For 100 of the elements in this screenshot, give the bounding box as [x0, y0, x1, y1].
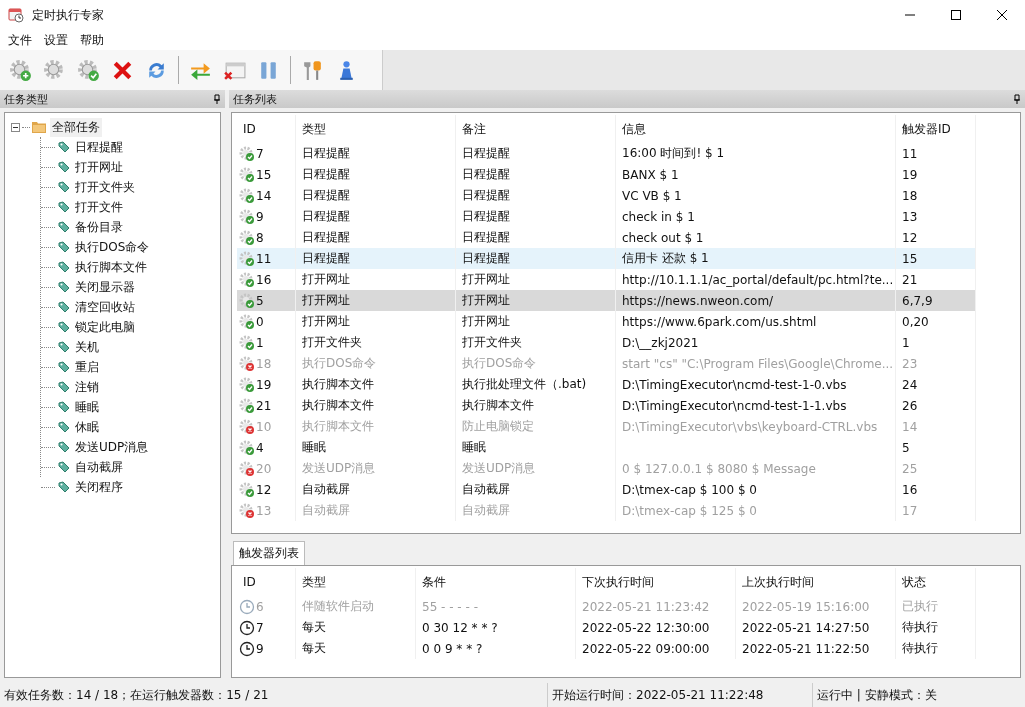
tree-item[interactable]: 休眠 [75, 418, 99, 436]
menu-item[interactable]: 帮助 [74, 31, 110, 49]
table-cell: 12 [256, 482, 272, 497]
tag-icon [57, 381, 71, 393]
add-gear-icon[interactable] [8, 57, 33, 83]
tree-item[interactable]: 打开文件夹 [75, 178, 135, 196]
tag-icon [57, 241, 71, 253]
table-cell: 0 0 9 * * ? [422, 641, 483, 656]
column-header[interactable]: 触发器ID [896, 115, 976, 143]
table-cell: 执行脚本文件 [302, 376, 374, 393]
tab[interactable]: 触发器列表 [233, 541, 305, 565]
table-cell: 24 [902, 377, 918, 392]
column-header[interactable]: 类型 [296, 568, 416, 596]
table-cell: 1 [902, 335, 910, 350]
table-cell: 55 - - - - - [422, 599, 478, 614]
task-row[interactable]: 4 睡眠 睡眠 5 [237, 437, 1015, 458]
tree-item[interactable]: 睡眠 [75, 398, 99, 416]
pin-icon[interactable] [213, 94, 221, 104]
window-title: 定时执行专家 [32, 6, 104, 24]
column-header[interactable]: 上次执行时间 [736, 568, 896, 596]
table-cell: 执行批处理文件（.bat) [462, 376, 587, 393]
maximize-icon[interactable] [951, 10, 961, 20]
gear-check-icon[interactable] [76, 57, 101, 83]
table-cell: 17 [902, 503, 918, 518]
table-cell: 日程提醒 [302, 208, 350, 225]
table-cell: 执行DOS命令 [302, 355, 377, 372]
table-cell: 日程提醒 [462, 187, 510, 204]
tree-item[interactable]: 重启 [75, 358, 99, 376]
table-cell: 4 [256, 440, 264, 455]
tree-item[interactable]: 清空回收站 [75, 298, 135, 316]
table-cell: 2022-05-19 15:16:00 [742, 599, 870, 614]
tree-item[interactable]: 锁定此电脑 [75, 318, 135, 336]
tree-item[interactable]: 日程提醒 [75, 138, 123, 156]
table-cell: 日程提醒 [302, 229, 350, 246]
tag-icon [57, 201, 71, 213]
column-header[interactable]: ID [237, 115, 296, 143]
table-cell: 睡眠 [302, 439, 326, 456]
table-cell: BANX $ 1 [622, 167, 679, 182]
column-header[interactable]: 下次执行时间 [576, 568, 736, 596]
task-row[interactable]: 1 打开文件夹 打开文件夹 D:\__zkj2021 1 [237, 332, 1015, 353]
table-cell: 日程提醒 [462, 145, 510, 162]
close-icon[interactable] [997, 10, 1007, 20]
tree-item[interactable]: 关机 [75, 338, 99, 356]
table-cell: 打开文件夹 [462, 334, 522, 351]
tree-item[interactable]: 打开网址 [75, 158, 123, 176]
task-row[interactable]: 7 日程提醒 日程提醒 16:00 时间到! $ 1 11 [237, 143, 1015, 164]
column-header[interactable]: ID [237, 568, 296, 596]
table-cell: 9 [256, 209, 264, 224]
task-row[interactable]: 15 日程提醒 日程提醒 BANX $ 1 19 [237, 164, 1015, 185]
table-cell: 13 [902, 209, 918, 224]
task-row[interactable]: 5 打开网址 打开网址 https://news.nweon.com/ 6,7,9 [237, 290, 976, 311]
table-cell: 15 [902, 251, 918, 266]
tag-icon [57, 341, 71, 353]
tree-item[interactable]: 自动截屏 [75, 458, 123, 476]
tree-item[interactable]: 全部任务 [50, 117, 102, 137]
task-row[interactable]: 12 自动截屏 自动截屏 D:\tmex-cap $ 100 $ 0 16 [237, 479, 1015, 500]
clock-icon [239, 619, 255, 636]
collapse-icon[interactable] [11, 122, 20, 132]
column-header[interactable]: 信息 [616, 115, 896, 143]
tree-item[interactable]: 关闭显示器 [75, 278, 135, 296]
clock-icon [239, 640, 255, 657]
table-cell: 打开网址 [462, 313, 510, 330]
table-cell: 10 [256, 419, 272, 434]
clock-icon [8, 7, 24, 23]
column-header[interactable]: 条件 [416, 568, 576, 596]
table-cell: 6,7,9 [902, 293, 933, 308]
table-cell: 18 [256, 356, 272, 371]
tree-item[interactable]: 注销 [75, 378, 99, 396]
column-header[interactable]: 状态 [896, 568, 976, 596]
tag-icon [57, 441, 71, 453]
tree-item[interactable]: 执行DOS命令 [75, 238, 150, 256]
tag-icon [57, 181, 71, 193]
table-cell: 2022-05-21 14:27:50 [742, 620, 870, 635]
task-row[interactable]: 14 日程提醒 日程提醒 VC VB $ 1 18 [237, 185, 1015, 206]
table-cell: VC VB $ 1 [622, 188, 682, 203]
tag-icon [57, 421, 71, 433]
task-row[interactable]: 11 日程提醒 日程提醒 信用卡 还款 $ 1 15 [237, 248, 976, 269]
pin-icon[interactable] [1013, 94, 1021, 104]
tag-icon [57, 321, 71, 333]
table-cell: 日程提醒 [462, 229, 510, 246]
menu-item[interactable]: 设置 [38, 31, 74, 49]
table-cell: 日程提醒 [302, 166, 350, 183]
table-cell: D:\TimingExecutor\ncmd-test-1-1.vbs [622, 398, 847, 413]
column-header[interactable]: 类型 [296, 115, 456, 143]
column-header[interactable]: 备注 [456, 115, 616, 143]
menu-item[interactable]: 文件 [2, 31, 38, 49]
tree-item[interactable]: 备份目录 [75, 218, 123, 236]
table-cell: 打开网址 [302, 313, 350, 330]
tag-icon [57, 461, 71, 473]
table-cell: 15 [256, 167, 272, 182]
tree-item[interactable]: 执行脚本文件 [75, 258, 147, 276]
task-row[interactable]: 21 执行脚本文件 执行脚本文件 D:\TimingExecutor\ncmd-test-1-1.vbs 26 [237, 395, 1015, 416]
task-row[interactable]: 9 日程提醒 日程提醒 check in $ 1 13 [237, 206, 1015, 227]
task-row[interactable]: 19 执行脚本文件 执行批处理文件（.bat) D:\TimingExecutor\ncmd-test-1-0.vbs 24 [237, 374, 1015, 395]
tree-item[interactable]: 发送UDP消息 [75, 438, 149, 456]
table-cell: check in $ 1 [622, 209, 695, 224]
table-cell: D:\TimingExecutor\vbs\keyboard-CTRL.vbs [622, 419, 878, 434]
tree-item[interactable]: 打开文件 [75, 198, 123, 216]
task-row[interactable]: 0 打开网址 打开网址 https://www.6park.com/us.shtml 0,20 [237, 311, 1015, 332]
tree-item[interactable]: 关闭程序 [75, 478, 123, 496]
